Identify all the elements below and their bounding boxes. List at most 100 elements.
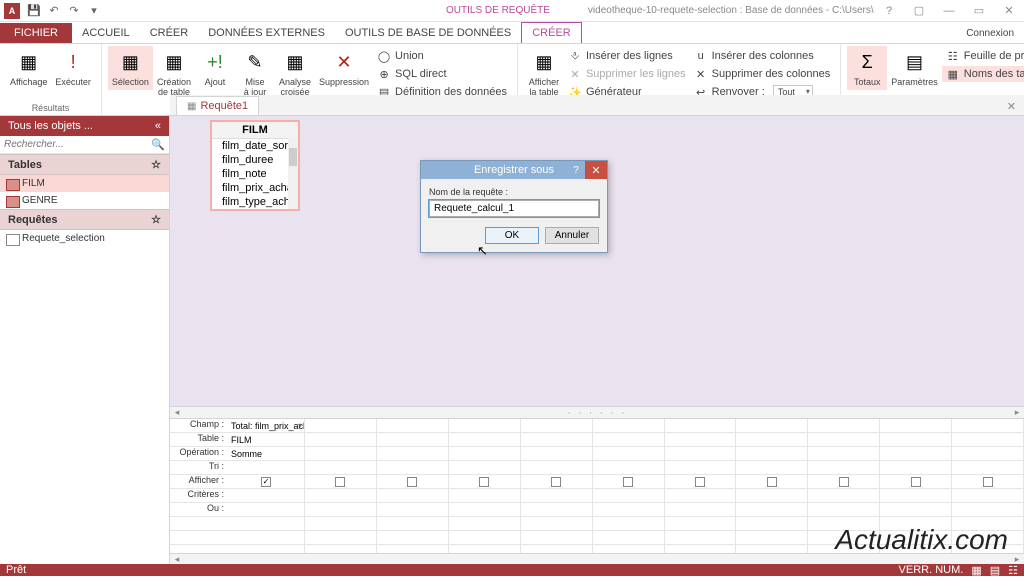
qbe-afficher-cell[interactable] bbox=[736, 475, 807, 489]
table-box-scrollbar[interactable] bbox=[288, 138, 298, 209]
selection-button[interactable]: ▦ Sélection bbox=[108, 46, 153, 90]
qbe-cell[interactable] bbox=[665, 531, 736, 545]
qbe-afficher-cell[interactable]: ✓ bbox=[228, 475, 304, 489]
tab-outils-bd[interactable]: OUTILS DE BASE DE DONNÉES bbox=[335, 23, 521, 43]
qbe-cell[interactable] bbox=[521, 461, 592, 475]
scroll-left-icon[interactable]: ◂ bbox=[170, 407, 184, 418]
connexion-link[interactable]: Connexion bbox=[956, 24, 1024, 43]
nav-item-genre[interactable]: GENRE bbox=[0, 192, 169, 209]
suppression-button[interactable]: ✕ Suppression bbox=[315, 46, 373, 90]
qbe-cell[interactable] bbox=[952, 433, 1023, 447]
qbe-cell[interactable] bbox=[665, 503, 736, 517]
totaux-button[interactable]: Σ Totaux bbox=[847, 46, 887, 90]
qbe-cell[interactable] bbox=[521, 517, 592, 531]
qbe-cell[interactable] bbox=[736, 503, 807, 517]
table-field[interactable]: film_duree bbox=[212, 153, 298, 167]
qbe-operation-cell[interactable]: Somme bbox=[228, 447, 304, 461]
table-field[interactable]: film_date_sortie bbox=[212, 139, 298, 153]
qbe-cell[interactable] bbox=[808, 503, 879, 517]
qbe-cell[interactable] bbox=[521, 531, 592, 545]
qbe-ou-cell[interactable] bbox=[228, 503, 304, 517]
qbe-cell[interactable] bbox=[521, 503, 592, 517]
qbe-cell[interactable] bbox=[880, 489, 951, 503]
qbe-cell[interactable] bbox=[449, 503, 520, 517]
qbe-cell[interactable] bbox=[880, 419, 951, 433]
qbe-cell[interactable] bbox=[377, 503, 448, 517]
view-icon[interactable]: ☷ bbox=[1008, 564, 1018, 577]
qbe-cell[interactable] bbox=[665, 461, 736, 475]
qbe-cell[interactable] bbox=[665, 517, 736, 531]
executer-button[interactable]: ! Exécuter bbox=[51, 46, 95, 90]
qbe-afficher-cell[interactable] bbox=[521, 475, 592, 489]
qbe-cell[interactable] bbox=[593, 419, 664, 433]
scroll-right-icon[interactable]: ▸ bbox=[1010, 407, 1024, 418]
qbe-cell[interactable] bbox=[449, 531, 520, 545]
nav-item-film[interactable]: FILM bbox=[0, 175, 169, 192]
qbe-cell[interactable] bbox=[952, 503, 1023, 517]
nav-header[interactable]: Tous les objets ... « bbox=[0, 116, 169, 136]
qbe-cell[interactable] bbox=[521, 489, 592, 503]
nav-item-requete-selection[interactable]: Requete_selection bbox=[0, 230, 169, 247]
qbe-cell[interactable] bbox=[665, 419, 736, 433]
qat-undo-icon[interactable]: ↶ bbox=[44, 1, 64, 21]
view-icon[interactable]: ▦ bbox=[971, 564, 981, 577]
qbe-cell[interactable] bbox=[665, 433, 736, 447]
qbe-afficher-cell[interactable] bbox=[449, 475, 520, 489]
query-name-input[interactable] bbox=[429, 200, 599, 217]
view-icon[interactable]: ▤ bbox=[990, 564, 1000, 577]
qbe-cell[interactable] bbox=[305, 447, 376, 461]
design-scrollbar[interactable]: ◂ · · · · · · ▸ bbox=[170, 406, 1024, 419]
mise-a-jour-button[interactable]: ✎ Mise à jour bbox=[235, 46, 275, 100]
analyse-croisee-button[interactable]: ▦ Analyse croisée bbox=[275, 46, 315, 100]
tab-file[interactable]: FICHIER bbox=[0, 23, 72, 43]
qbe-cell[interactable] bbox=[665, 447, 736, 461]
qbe-cell[interactable] bbox=[593, 517, 664, 531]
object-tab-requete1[interactable]: ▦ Requête1 bbox=[176, 96, 259, 115]
qbe-cell[interactable] bbox=[593, 503, 664, 517]
qbe-cell[interactable] bbox=[449, 447, 520, 461]
qbe-afficher-cell[interactable] bbox=[377, 475, 448, 489]
qbe-cell[interactable] bbox=[377, 489, 448, 503]
tab-donnees-externes[interactable]: DONNÉES EXTERNES bbox=[198, 23, 335, 43]
qbe-cell[interactable] bbox=[952, 419, 1023, 433]
qbe-afficher-cell[interactable] bbox=[593, 475, 664, 489]
qbe-cell[interactable] bbox=[593, 461, 664, 475]
supprimer-colonnes-button[interactable]: ✕Supprimer des colonnes bbox=[690, 66, 835, 82]
maximize-icon[interactable]: ▭ bbox=[964, 0, 994, 22]
ribbon-toggle-icon[interactable]: ▢ bbox=[904, 0, 934, 22]
dialog-close-icon[interactable]: ✕ bbox=[585, 161, 607, 179]
creation-table-button[interactable]: ▦ Création de table bbox=[153, 46, 195, 100]
qbe-cell[interactable] bbox=[377, 433, 448, 447]
qbe-cell[interactable] bbox=[593, 531, 664, 545]
qbe-cell[interactable] bbox=[665, 489, 736, 503]
qbe-cell[interactable] bbox=[521, 419, 592, 433]
scroll-right-icon[interactable]: ▸ bbox=[1010, 554, 1024, 564]
qbe-criteres-cell[interactable] bbox=[228, 489, 304, 503]
chevron-left-icon[interactable]: « bbox=[155, 120, 161, 132]
minimize-icon[interactable]: — bbox=[934, 0, 964, 22]
qbe-cell[interactable] bbox=[521, 433, 592, 447]
search-icon[interactable]: 🔍 bbox=[151, 138, 165, 151]
scroll-left-icon[interactable]: ◂ bbox=[170, 554, 184, 564]
qbe-cell[interactable] bbox=[736, 489, 807, 503]
qbe-cell[interactable] bbox=[377, 531, 448, 545]
qbe-cell[interactable] bbox=[736, 433, 807, 447]
qbe-cell[interactable] bbox=[377, 419, 448, 433]
qbe-cell[interactable] bbox=[952, 489, 1023, 503]
qbe-cell[interactable] bbox=[305, 531, 376, 545]
qbe-cell[interactable] bbox=[736, 419, 807, 433]
qbe-cell[interactable] bbox=[952, 461, 1023, 475]
qbe-cell[interactable] bbox=[952, 447, 1023, 461]
qbe-afficher-cell[interactable] bbox=[952, 475, 1023, 489]
qbe-cell[interactable] bbox=[736, 461, 807, 475]
qat-redo-icon[interactable]: ↷ bbox=[64, 1, 84, 21]
qbe-cell[interactable] bbox=[449, 461, 520, 475]
qat-customize-icon[interactable]: ▾ bbox=[84, 1, 104, 21]
dialog-help-icon[interactable]: ? bbox=[567, 161, 585, 179]
qbe-afficher-cell[interactable] bbox=[665, 475, 736, 489]
qbe-cell[interactable] bbox=[521, 447, 592, 461]
sql-direct-button[interactable]: ⊕SQL direct bbox=[373, 66, 511, 82]
union-button[interactable]: ◯Union bbox=[373, 48, 511, 64]
qbe-cell[interactable] bbox=[305, 461, 376, 475]
qbe-cell[interactable] bbox=[305, 433, 376, 447]
